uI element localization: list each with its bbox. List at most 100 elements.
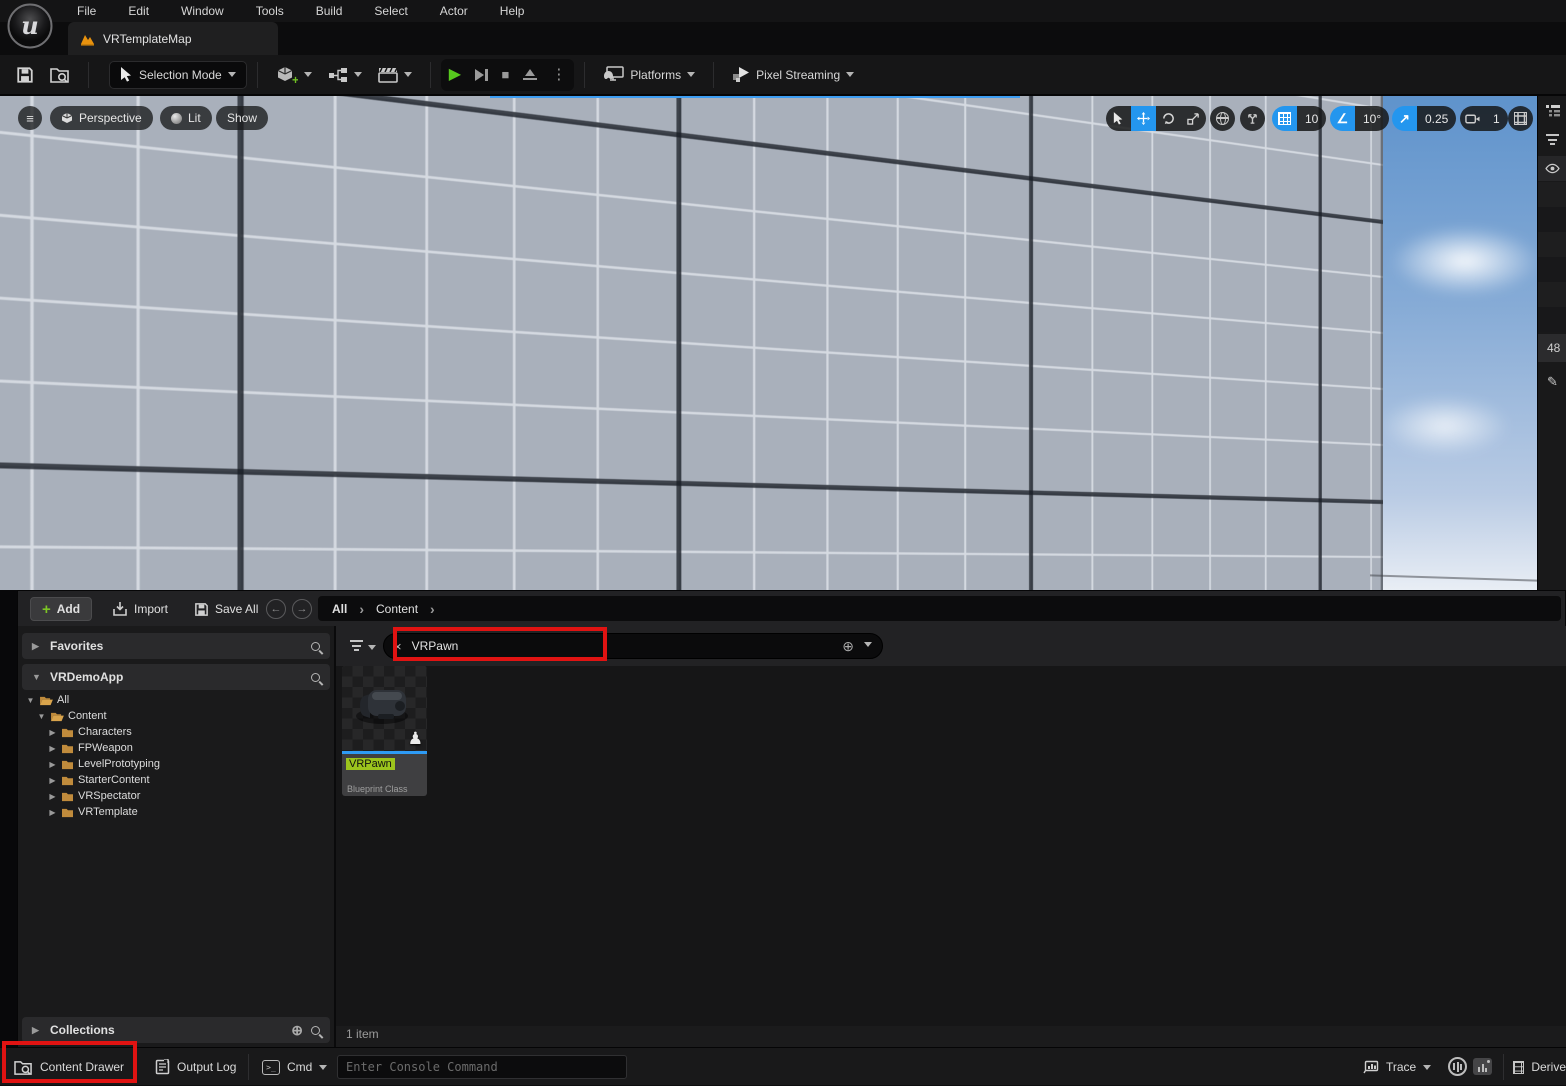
add-actor-dropdown[interactable]: +	[268, 60, 320, 90]
insights-session-icon[interactable]	[1448, 1057, 1467, 1076]
tree-item-vrtemplate[interactable]: ▶VRTemplate	[18, 804, 334, 820]
favorites-section[interactable]: ▶ Favorites	[22, 633, 330, 659]
selection-mode-dropdown[interactable]: Selection Mode	[109, 61, 247, 89]
menu-item-build[interactable]: Build	[301, 4, 358, 18]
scale-icon	[1187, 112, 1200, 125]
outliner-row[interactable]	[1538, 207, 1566, 232]
pixel-streaming-dropdown[interactable]: Pixel Streaming	[724, 60, 862, 90]
breadcrumb-content[interactable]: Content	[376, 602, 418, 616]
import-button[interactable]: Import	[112, 597, 168, 621]
select-tool-button[interactable]	[1106, 106, 1131, 131]
outliner-button[interactable]	[1538, 104, 1566, 118]
camera-speed-value[interactable]: 1	[1485, 106, 1508, 131]
viewport-options-menu[interactable]: ≡	[18, 106, 42, 130]
grid-snap-toggle[interactable]	[1272, 106, 1297, 131]
outliner-row[interactable]	[1538, 182, 1566, 207]
svg-text:+: +	[292, 73, 298, 85]
import-icon	[112, 601, 128, 617]
tab-vrtemplatemap[interactable]: VRTemplateMap	[68, 22, 278, 55]
menu-item-edit[interactable]: Edit	[113, 4, 164, 18]
perspective-dropdown[interactable]: Perspective	[50, 106, 153, 130]
outliner-row[interactable]	[1538, 232, 1566, 257]
browse-content-button[interactable]	[42, 60, 78, 90]
search-icon[interactable]	[311, 673, 320, 682]
cmd-dropdown[interactable]: >_ Cmd	[262, 1048, 327, 1086]
scale-tool-button[interactable]	[1181, 106, 1206, 131]
collections-section[interactable]: ▶ Collections ⊕	[22, 1017, 330, 1043]
tree-item-fpweapon[interactable]: ▶FPWeapon	[18, 740, 334, 756]
breadcrumb-all[interactable]: All	[332, 602, 347, 616]
rotation-snap-toggle[interactable]: ∠	[1330, 106, 1355, 131]
menu-item-tools[interactable]: Tools	[241, 4, 299, 18]
scale-snap-value[interactable]: 0.25	[1417, 106, 1456, 131]
outliner-row[interactable]	[1538, 282, 1566, 307]
frame-skip-button[interactable]	[475, 69, 488, 81]
menu-item-help[interactable]: Help	[485, 4, 540, 18]
tree-item-characters[interactable]: ▶Characters	[18, 724, 334, 740]
expander-arrow-icon[interactable]: ▶	[48, 776, 57, 785]
expander-arrow-icon[interactable]: ▶	[48, 808, 57, 817]
expander-arrow-icon[interactable]: ▼	[37, 712, 46, 721]
world-local-toggle[interactable]	[1210, 106, 1235, 131]
search-icon[interactable]	[311, 1026, 320, 1035]
grid-snap-value[interactable]: 10	[1297, 106, 1326, 131]
chevron-down-icon[interactable]	[864, 642, 872, 651]
save-button[interactable]	[8, 60, 42, 90]
search-icon[interactable]	[311, 642, 320, 651]
console-command-input[interactable]	[337, 1055, 627, 1079]
eject-button[interactable]	[523, 69, 537, 81]
expander-arrow-icon[interactable]: ▶	[48, 760, 57, 769]
camera-speed-button[interactable]	[1460, 106, 1485, 131]
derived-data-button[interactable]: Derive	[1513, 1048, 1566, 1086]
expander-arrow-icon[interactable]: ▶	[48, 792, 57, 801]
insights-capture-icon[interactable]	[1473, 1058, 1492, 1075]
rotation-snap-value[interactable]: 10°	[1355, 106, 1389, 131]
expander-arrow-icon[interactable]: ▶	[48, 744, 57, 753]
quad-view-icon	[1514, 112, 1527, 125]
visibility-column[interactable]	[1538, 156, 1566, 181]
project-section[interactable]: ▼ VRDemoApp	[22, 664, 330, 690]
stop-button[interactable]: ■	[502, 68, 510, 81]
menu-item-select[interactable]: Select	[359, 4, 422, 18]
outliner-filter-button[interactable]	[1538, 134, 1566, 145]
edit-pencil-icon[interactable]: ✎	[1538, 370, 1566, 394]
menu-item-actor[interactable]: Actor	[425, 4, 483, 18]
tree-item-all[interactable]: ▼All	[18, 692, 334, 708]
asset-tile-vrpawn[interactable]: ♟ VRPawn Blueprint Class	[342, 666, 427, 796]
add-button[interactable]: + Add	[30, 597, 92, 621]
menu-item-window[interactable]: Window	[166, 4, 239, 18]
lit-dropdown[interactable]: Lit	[160, 106, 212, 130]
filter-funnel-icon[interactable]	[350, 640, 363, 651]
add-collection-icon[interactable]: ⊕	[291, 1022, 303, 1039]
save-all-button[interactable]: Save All	[194, 597, 258, 621]
trace-dropdown[interactable]: Trace	[1363, 1048, 1431, 1086]
forward-button[interactable]: →	[292, 599, 312, 619]
save-search-icon[interactable]: ⊕	[842, 638, 854, 655]
blueprints-dropdown[interactable]	[320, 60, 370, 90]
tree-item-vrspectator[interactable]: ▶VRSpectator	[18, 788, 334, 804]
menu-item-file[interactable]: File	[62, 4, 111, 18]
cinematics-dropdown[interactable]	[370, 60, 420, 90]
folder-icon	[61, 727, 74, 738]
chevron-down-icon[interactable]	[368, 645, 376, 654]
surface-snapping-button[interactable]	[1240, 106, 1265, 131]
tree-item-startercontent[interactable]: ▶StarterContent	[18, 772, 334, 788]
unreal-engine-logo[interactable]: u	[7, 3, 53, 49]
play-options-menu[interactable]: ⋮	[551, 67, 566, 82]
asset-grid[interactable]: ♟ VRPawn Blueprint Class	[336, 666, 1566, 1026]
platforms-dropdown[interactable]: Platforms	[595, 60, 703, 90]
show-dropdown[interactable]: Show	[216, 106, 268, 130]
outliner-row[interactable]	[1538, 257, 1566, 282]
outliner-row[interactable]	[1538, 307, 1566, 332]
output-log-button[interactable]: Output Log	[155, 1048, 236, 1086]
tree-item-content[interactable]: ▼Content	[18, 708, 334, 724]
tree-item-levelprototyping[interactable]: ▶LevelPrototyping	[18, 756, 334, 772]
play-button[interactable]: ▶	[449, 67, 461, 83]
expander-arrow-icon[interactable]: ▼	[26, 696, 35, 705]
rotate-tool-button[interactable]	[1156, 106, 1181, 131]
maximize-viewport-button[interactable]	[1508, 106, 1533, 131]
back-button[interactable]: ←	[266, 599, 286, 619]
move-tool-button[interactable]	[1131, 106, 1156, 131]
expander-arrow-icon[interactable]: ▶	[48, 728, 57, 737]
scale-snap-toggle[interactable]: ↗	[1392, 106, 1417, 131]
